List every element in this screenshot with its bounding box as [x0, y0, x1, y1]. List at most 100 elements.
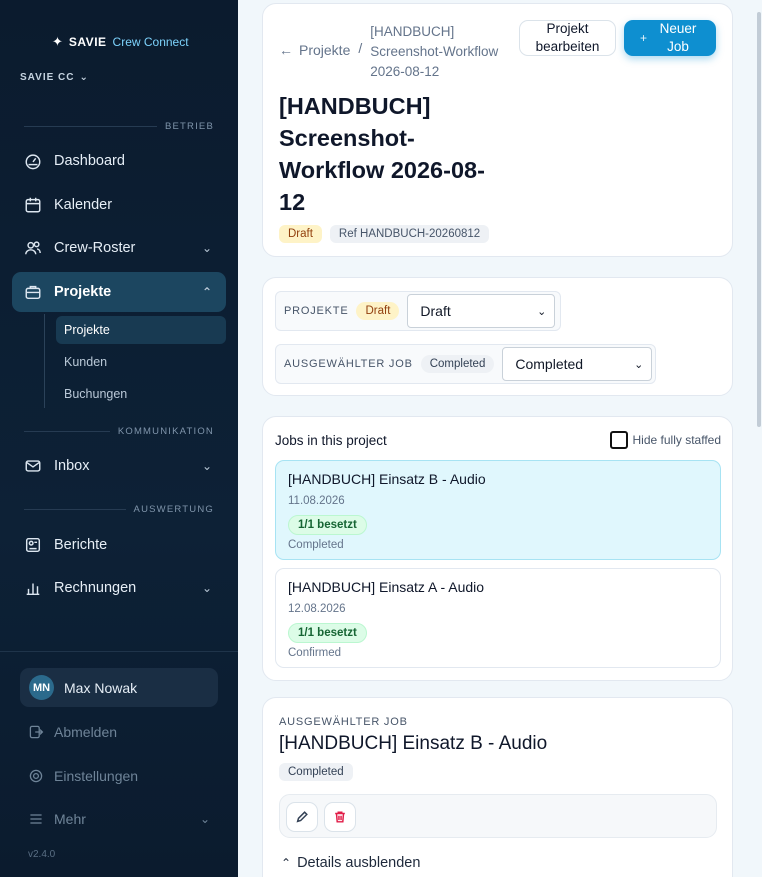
job-title: [HANDBUCH] Einsatz A - Audio — [288, 579, 485, 595]
nav-projekte[interactable]: Projekte ⌃ — [12, 272, 226, 312]
job-item[interactable]: [HANDBUCH] Einsatz A - Audio 12.08.2026 … — [275, 568, 721, 668]
job-item[interactable]: [HANDBUCH] Einsatz B - Audio 11.08.2026 … — [275, 460, 721, 560]
chevron-down-icon: ⌄ — [201, 241, 212, 255]
nav-rechnungen[interactable]: Rechnungen ⌄ — [12, 568, 226, 608]
job-status-select[interactable]: Completed ⌄ — [502, 347, 653, 381]
chevron-up-icon: ⌃ — [281, 856, 292, 870]
chevron-down-icon: ⌄ — [634, 358, 644, 371]
job-status: Confirmed — [288, 647, 342, 659]
section-kommunikation: KOMMUNIKATION — [24, 425, 214, 437]
avatar: MN — [29, 675, 54, 700]
chevron-down-icon: ⌄ — [79, 72, 89, 83]
gear-icon — [29, 769, 43, 783]
dashboard-icon — [25, 154, 41, 170]
nav-label: Inbox — [54, 458, 90, 474]
subnav-buchungen[interactable]: Buchungen — [56, 380, 226, 408]
menu-icon — [30, 814, 42, 824]
subnav-kunden[interactable]: Kunden — [56, 348, 226, 376]
staffing-badge: 1/1 besetzt — [288, 515, 367, 535]
org-name: SAVIE CC — [20, 72, 75, 83]
status-badge: Draft — [279, 225, 322, 243]
chevron-down-icon: ⌄ — [201, 459, 212, 473]
breadcrumb: ← Projekte / [HANDBUCH] Screenshot-Workf… — [279, 22, 508, 82]
breadcrumb-separator: / — [358, 40, 363, 56]
project-status-group: PROJEKTE Draft Draft ⌄ — [275, 291, 561, 331]
hide-staffed-checkbox[interactable] — [609, 431, 628, 449]
user-name: Max Nowak — [64, 679, 138, 696]
project-header-card: ← Projekte / [HANDBUCH] Screenshot-Workf… — [262, 3, 733, 257]
pencil-icon — [296, 811, 308, 823]
details-toggle[interactable]: ⌃ Details ausblenden — [281, 855, 420, 871]
selected-job-title: [HANDBUCH] Einsatz B - Audio — [279, 733, 548, 754]
nav-label: Crew-Roster — [54, 240, 136, 256]
brand-name: SAVIE — [68, 35, 107, 49]
nav-label: Projekte — [54, 284, 112, 300]
nav-label: Kalender — [54, 197, 113, 213]
nav-dashboard[interactable]: Dashboard — [12, 141, 226, 181]
chevron-down-icon: ⌄ — [199, 812, 210, 826]
ref-badge: Ref HANDBUCH-20260812 — [329, 225, 490, 243]
project-status-select[interactable]: Draft ⌄ — [407, 294, 556, 328]
new-job-button[interactable]: + Neuer Job — [624, 20, 716, 56]
nav-kalender[interactable]: Kalender — [12, 185, 226, 225]
chevron-up-icon: ⌃ — [201, 285, 212, 299]
nav-label: Rechnungen — [54, 580, 137, 596]
nav-berichte[interactable]: Berichte — [12, 525, 226, 565]
arrow-left-icon: ← — [279, 42, 293, 58]
logout-button[interactable]: Abmelden — [28, 724, 117, 740]
job-status-group: AUSGEWÄHLTER JOB Completed Completed ⌄ — [275, 344, 656, 384]
selected-job-label: AUSGEWÄHLTER JOB — [279, 716, 408, 728]
users-icon — [25, 241, 41, 255]
back-link[interactable]: ← Projekte — [279, 40, 350, 60]
sidebar: ✦ SAVIE Crew Connect SAVIE CC ⌄ BETRIEB … — [0, 0, 238, 877]
page-title: [HANDBUCH] Screenshot-Workflow 2026-08-1… — [279, 93, 485, 215]
section-auswertung: AUSWERTUNG — [24, 503, 214, 515]
plus-icon: + — [640, 31, 648, 45]
delete-job-button[interactable] — [324, 802, 356, 832]
selected-job-card: AUSGEWÄHLTER JOB [HANDBUCH] Einsatz B - … — [262, 697, 733, 877]
job-status-badge: Completed — [420, 355, 495, 373]
project-status-label: PROJEKTE — [284, 305, 349, 317]
status-card: PROJEKTE Draft Draft ⌄ AUSGEWÄHLTER JOB … — [262, 277, 733, 396]
job-status-label: AUSGEWÄHLTER JOB — [284, 358, 413, 370]
job-title: [HANDBUCH] Einsatz B - Audio — [288, 471, 486, 487]
scrollbar[interactable] — [756, 0, 762, 877]
more-button[interactable]: Mehr ⌄ — [28, 811, 210, 827]
hide-staffed-toggle[interactable]: Hide fully staffed — [609, 431, 722, 449]
job-date: 11.08.2026 — [288, 495, 345, 507]
chevron-down-icon: ⌄ — [537, 305, 547, 318]
nav-crew-roster[interactable]: Crew-Roster ⌄ — [12, 228, 226, 268]
logo-icon: ✦ — [52, 34, 63, 49]
settings-button[interactable]: Einstellungen — [28, 768, 138, 784]
logout-icon — [29, 725, 44, 739]
edit-project-button[interactable]: Projekt bearbeiten — [519, 20, 616, 56]
jobs-card: Jobs in this project Hide fully staffed … — [262, 416, 733, 681]
job-status: Completed — [288, 539, 344, 551]
section-betrieb: BETRIEB — [24, 120, 214, 132]
job-actions-toolbar — [279, 794, 717, 838]
job-date: 12.08.2026 — [288, 603, 346, 615]
brand-subname: Crew Connect — [112, 35, 189, 49]
mail-icon — [25, 460, 41, 472]
version-label: v2.4.0 — [28, 849, 56, 860]
sidebar-divider — [0, 651, 238, 652]
user-menu[interactable]: MN Max Nowak — [20, 668, 218, 707]
nav-inbox[interactable]: Inbox ⌄ — [12, 446, 226, 486]
org-switcher[interactable]: SAVIE CC ⌄ — [20, 72, 89, 83]
breadcrumb-current: [HANDBUCH] Screenshot-Workflow 2026-08-1… — [370, 24, 499, 79]
chevron-down-icon: ⌄ — [201, 581, 212, 595]
scrollbar-thumb[interactable] — [757, 12, 761, 427]
project-status-badge: Draft — [356, 302, 400, 320]
edit-job-button[interactable] — [286, 802, 318, 832]
hide-staffed-label: Hide fully staffed — [632, 433, 722, 447]
staffing-badge: 1/1 besetzt — [288, 623, 367, 643]
subnav-line — [44, 314, 45, 408]
trash-icon — [335, 811, 345, 823]
subnav-projekte[interactable]: Projekte — [56, 316, 226, 344]
report-icon — [25, 537, 41, 553]
nav-label: Dashboard — [54, 153, 125, 169]
jobs-heading: Jobs in this project — [275, 432, 387, 448]
brand-logo[interactable]: ✦ SAVIE Crew Connect — [52, 34, 189, 50]
bar-chart-icon — [26, 583, 40, 596]
selected-job-badge: Completed — [279, 763, 353, 781]
